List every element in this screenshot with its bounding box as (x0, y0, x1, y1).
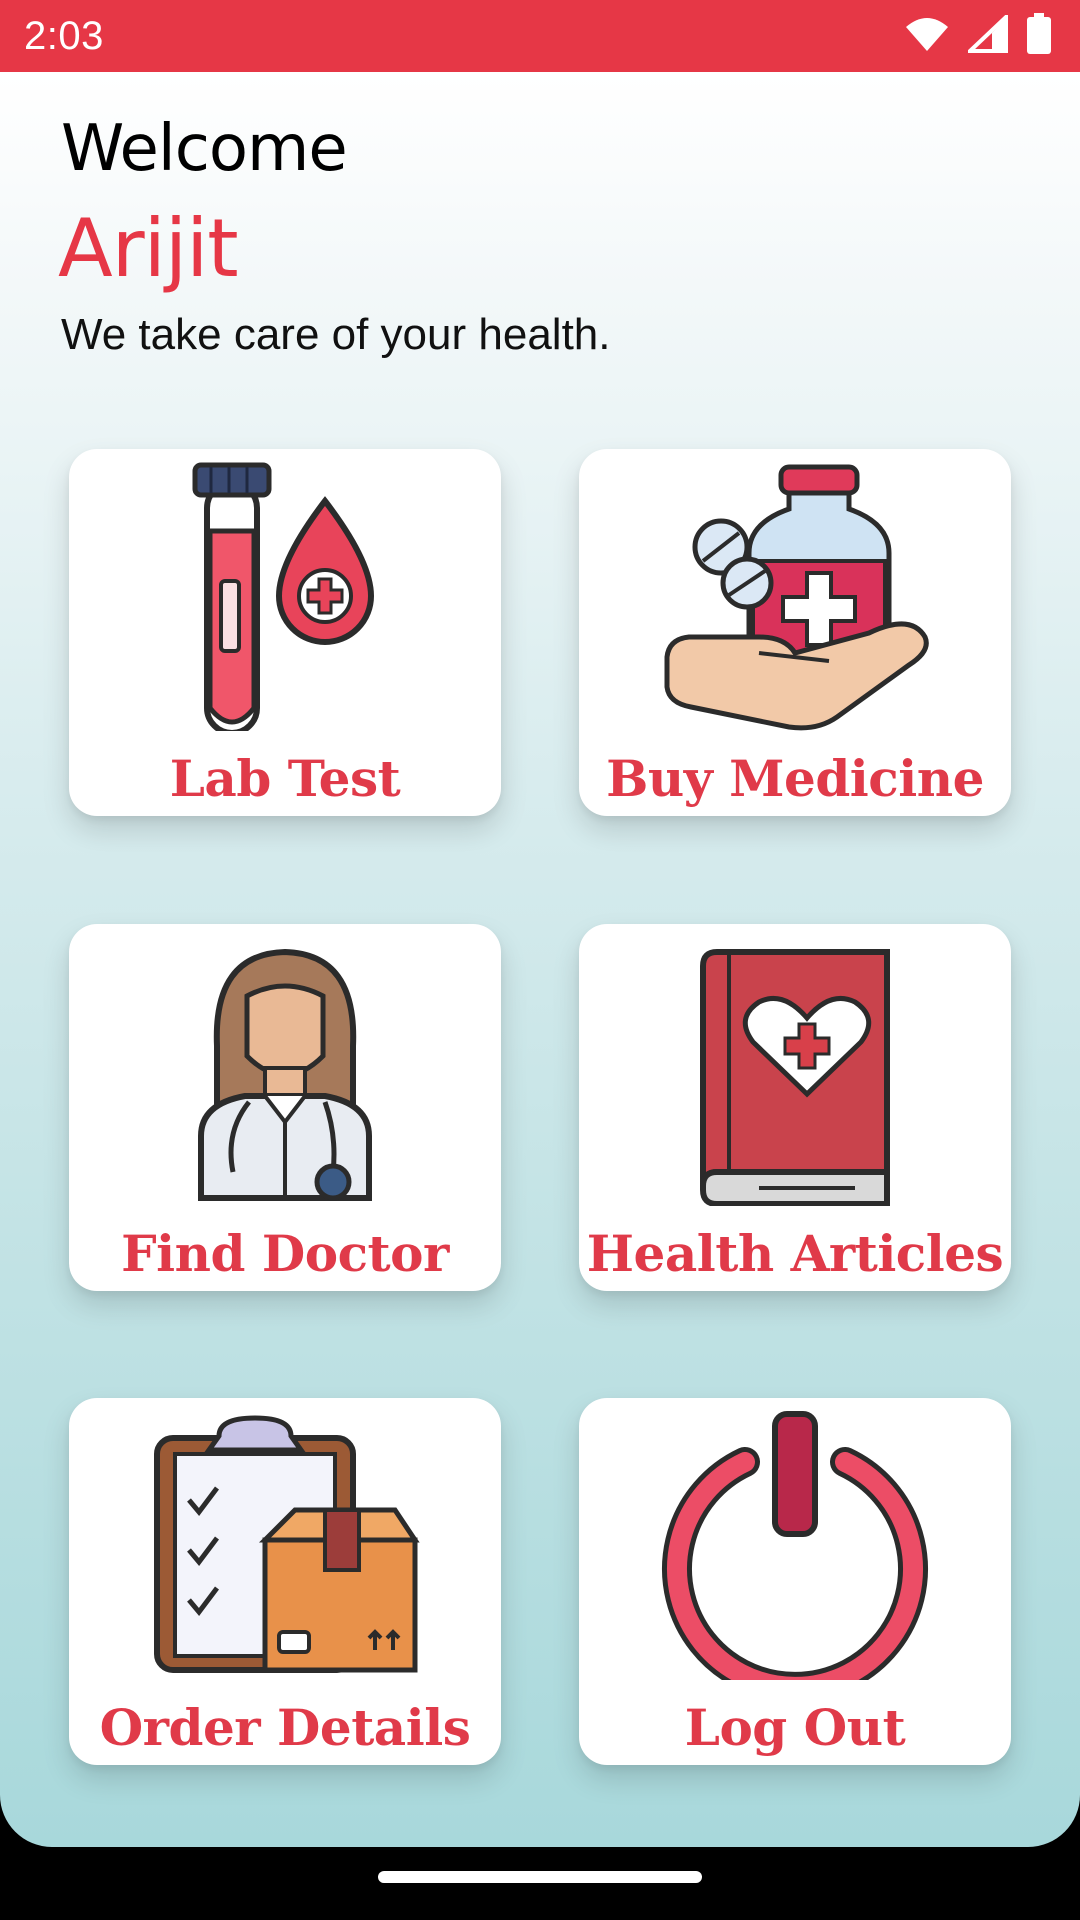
home-gesture-handle[interactable] (378, 1871, 702, 1883)
order-details-label: Order Details (99, 1698, 471, 1757)
medicine-hand-icon (664, 464, 929, 731)
buy-medicine-label: Buy Medicine (606, 749, 984, 808)
battery-icon (1026, 13, 1052, 59)
power-icon (662, 1411, 928, 1680)
test-tube-blood-icon (192, 462, 375, 731)
lab-test-label: Lab Test (169, 749, 401, 808)
health-book-icon (700, 949, 890, 1206)
status-bar: 2:03 (0, 0, 1080, 72)
doctor-icon (198, 948, 372, 1201)
status-time: 2:03 (24, 13, 104, 58)
lab-test-card[interactable]: Lab Test (69, 449, 501, 816)
welcome-title: Welcome (61, 112, 348, 186)
log-out-card[interactable]: Log Out (579, 1398, 1011, 1765)
order-details-card[interactable]: Order Details (69, 1398, 501, 1765)
navigation-bar (0, 1847, 1080, 1920)
tagline: We take care of your health. (61, 310, 611, 359)
health-articles-card[interactable]: Health Articles (579, 924, 1011, 1291)
buy-medicine-card[interactable]: Buy Medicine (579, 449, 1011, 816)
find-doctor-label: Find Doctor (121, 1224, 449, 1283)
health-articles-label: Health Articles (586, 1224, 1004, 1283)
dashboard-screen: Welcome Arijit We take care of your heal… (0, 72, 1080, 1847)
user-name: Arijit (58, 202, 239, 295)
status-icons (904, 12, 1052, 59)
find-doctor-card[interactable]: Find Doctor (69, 924, 501, 1291)
signal-icon (964, 12, 1008, 57)
log-out-label: Log Out (684, 1698, 906, 1757)
clipboard-box-icon (154, 1415, 420, 1673)
wifi-icon (904, 15, 950, 57)
